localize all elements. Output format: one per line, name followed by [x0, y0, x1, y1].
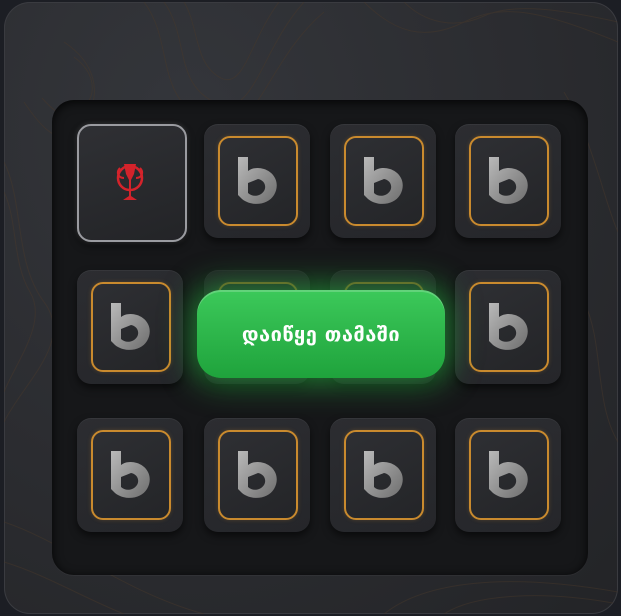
b-logo-icon: [489, 303, 528, 350]
game-panel: დაიწყე თამაში: [4, 2, 618, 614]
b-logo-icon: [111, 451, 150, 498]
tile-frame: [91, 430, 171, 520]
tile-11[interactable]: [330, 418, 436, 532]
tile-1[interactable]: [77, 124, 187, 242]
b-logo-icon: [238, 451, 277, 498]
tile-12[interactable]: [455, 418, 561, 532]
b-logo-icon: [364, 451, 403, 498]
b-logo-icon: [364, 157, 403, 204]
b-logo-icon: [489, 157, 528, 204]
tile-frame: [218, 136, 298, 226]
tile-frame: [91, 282, 171, 372]
tile-frame: [218, 430, 298, 520]
tile-5[interactable]: [77, 270, 183, 384]
tile-4[interactable]: [455, 124, 561, 238]
tile-10[interactable]: [204, 418, 310, 532]
tile-2[interactable]: [204, 124, 310, 238]
start-game-button[interactable]: დაიწყე თამაში: [197, 290, 445, 378]
tile-frame: [344, 136, 424, 226]
tile-3[interactable]: [330, 124, 436, 238]
b-logo-icon: [238, 157, 277, 204]
tile-9[interactable]: [77, 418, 183, 532]
tile-frame: [469, 136, 549, 226]
tile-frame: [344, 430, 424, 520]
tile-8[interactable]: [455, 270, 561, 384]
tile-frame: [469, 430, 549, 520]
trophy-icon: [116, 164, 144, 200]
tile-frame: [469, 282, 549, 372]
b-logo-icon: [489, 451, 528, 498]
b-logo-icon: [111, 303, 150, 350]
